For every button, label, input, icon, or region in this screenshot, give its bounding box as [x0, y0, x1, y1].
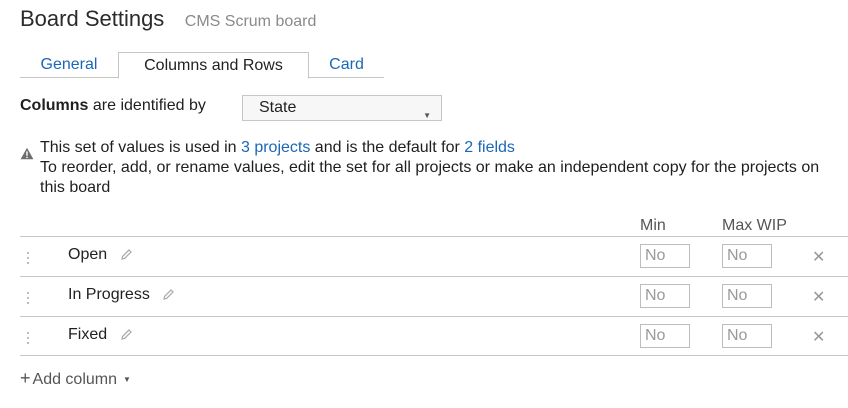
- projects-link[interactable]: 3 projects: [241, 139, 310, 156]
- fields-link[interactable]: 2 fields: [464, 139, 515, 156]
- table-row: In Progress ✕: [20, 276, 848, 316]
- min-header: Min: [640, 217, 666, 234]
- max-wip-header: Max WIP: [722, 217, 787, 234]
- page-header: Board Settings CMS Scrum board: [20, 6, 316, 32]
- column-name: In Progress: [68, 286, 175, 304]
- caret-down-icon: ▼: [423, 111, 431, 120]
- board-settings-page: Board Settings CMS Scrum board General C…: [0, 0, 848, 408]
- board-name: CMS Scrum board: [184, 13, 317, 30]
- identified-by-text: are identified by: [88, 97, 206, 114]
- caret-down-icon: ▼: [123, 375, 131, 385]
- column-identifier-select[interactable]: State ▼: [242, 95, 442, 121]
- columns-table: Open ✕ In Progress ✕: [20, 236, 848, 356]
- info-line2: To reorder, add, or rename values, edit …: [40, 159, 820, 196]
- info-text: This set of values is used in 3 projects…: [40, 138, 840, 198]
- table-row: Open ✕: [20, 236, 848, 276]
- close-icon[interactable]: ✕: [812, 247, 825, 267]
- columns-word: Columns: [20, 97, 89, 114]
- pencil-icon[interactable]: [120, 248, 133, 261]
- min-input[interactable]: [640, 244, 690, 268]
- column-name-text: Open: [68, 246, 108, 263]
- close-icon[interactable]: ✕: [812, 287, 825, 307]
- info-line1-middle: and is the default for: [310, 139, 465, 156]
- tab-general[interactable]: General: [20, 52, 118, 78]
- column-identifier-label: Columns are identified by: [20, 97, 206, 115]
- pencil-icon[interactable]: [120, 328, 133, 341]
- page-title: Board Settings: [20, 6, 165, 31]
- max-wip-input[interactable]: [722, 284, 772, 308]
- tab-card[interactable]: Card: [309, 52, 384, 78]
- column-name-text: In Progress: [68, 286, 150, 303]
- tab-bar: General Columns and Rows Card: [20, 52, 384, 79]
- column-name: Fixed: [68, 326, 133, 344]
- tab-columns-and-rows[interactable]: Columns and Rows: [118, 52, 309, 79]
- info-line1-prefix: This set of values is used in: [40, 139, 241, 156]
- pencil-icon[interactable]: [162, 288, 175, 301]
- max-wip-input[interactable]: [722, 244, 772, 268]
- drag-handle-icon[interactable]: [26, 251, 30, 265]
- column-name: Open: [68, 246, 133, 264]
- column-name-text: Fixed: [68, 326, 108, 343]
- close-icon[interactable]: ✕: [812, 327, 825, 347]
- table-row: Fixed ✕: [20, 316, 848, 356]
- max-wip-input[interactable]: [722, 324, 772, 348]
- add-column-button[interactable]: + Add column ▼: [20, 368, 131, 389]
- drag-handle-icon[interactable]: [26, 331, 30, 345]
- min-input[interactable]: [640, 324, 690, 348]
- min-input[interactable]: [640, 284, 690, 308]
- add-column-label: Add column: [32, 371, 118, 388]
- plus-icon: +: [20, 368, 31, 388]
- warning-icon: [20, 147, 34, 160]
- drag-handle-icon[interactable]: [26, 291, 30, 305]
- select-value: State: [259, 99, 297, 116]
